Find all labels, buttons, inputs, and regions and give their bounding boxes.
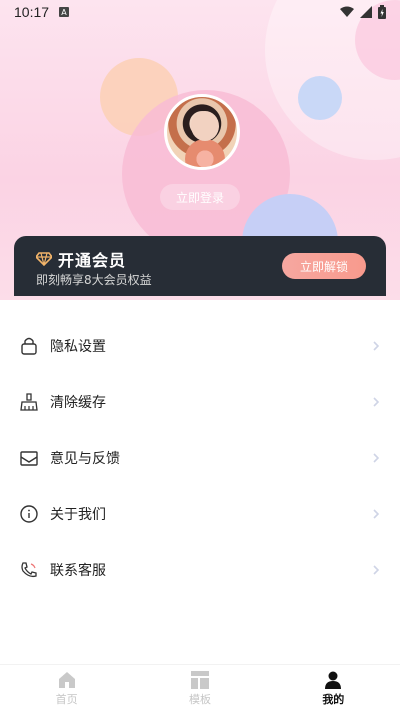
vip-title: 开通会员 [58, 251, 127, 270]
chevron-right-icon [373, 509, 380, 519]
tab-label: 我的 [322, 692, 345, 706]
signal-icon [360, 6, 372, 18]
menu-item-customer-service[interactable]: 联系客服 [0, 542, 400, 598]
tab-mine[interactable]: 我的 [267, 665, 400, 712]
menu-item-label: 意见与反馈 [50, 451, 120, 467]
decor-circle [298, 76, 342, 120]
tab-label: 首页 [55, 692, 78, 706]
avatar[interactable] [164, 94, 240, 170]
vip-card[interactable]: 开通会员 即刻畅享8大会员权益 立即解锁 [14, 236, 386, 296]
menu-item-feedback[interactable]: 意见与反馈 [0, 430, 400, 486]
chevron-right-icon [373, 453, 380, 463]
chevron-right-icon [373, 565, 380, 575]
menu-item-label: 隐私设置 [50, 339, 106, 355]
mail-icon [18, 447, 40, 469]
home-icon [58, 671, 75, 688]
settings-menu: 隐私设置 清除缓存 意见与反馈 关于我们 联系客服 [0, 318, 400, 598]
template-icon [190, 670, 209, 689]
wifi-icon [340, 6, 354, 17]
menu-item-label: 关于我们 [50, 507, 106, 523]
tab-template[interactable]: 模板 [133, 665, 266, 712]
menu-item-about[interactable]: 关于我们 [0, 486, 400, 542]
phone-icon [18, 559, 40, 581]
status-time: 10:17 [14, 4, 50, 20]
status-bar: 10:17 A [0, 0, 400, 24]
bottom-tab-bar: 首页 模板 我的 [0, 664, 400, 712]
notification-badge: A [59, 7, 70, 17]
tab-label: 模板 [188, 692, 211, 706]
info-icon [18, 503, 40, 525]
menu-item-clear-cache[interactable]: 清除缓存 [0, 374, 400, 430]
login-button[interactable]: 立即登录 [160, 184, 240, 210]
vip-title-row: 开通会员 [36, 247, 126, 271]
menu-item-privacy[interactable]: 隐私设置 [0, 318, 400, 374]
chevron-right-icon [373, 341, 380, 351]
menu-item-label: 清除缓存 [50, 395, 106, 411]
lock-icon [18, 335, 40, 357]
diamond-icon [36, 252, 52, 266]
user-icon [325, 671, 342, 689]
unlock-button[interactable]: 立即解锁 [282, 253, 366, 279]
status-icons [340, 5, 386, 19]
vip-subtitle: 即刻畅享8大会员权益 [36, 273, 152, 287]
broom-icon [18, 391, 40, 413]
chevron-right-icon [373, 397, 380, 407]
menu-item-label: 联系客服 [50, 563, 106, 579]
tab-home[interactable]: 首页 [0, 665, 133, 712]
battery-icon [378, 5, 386, 19]
